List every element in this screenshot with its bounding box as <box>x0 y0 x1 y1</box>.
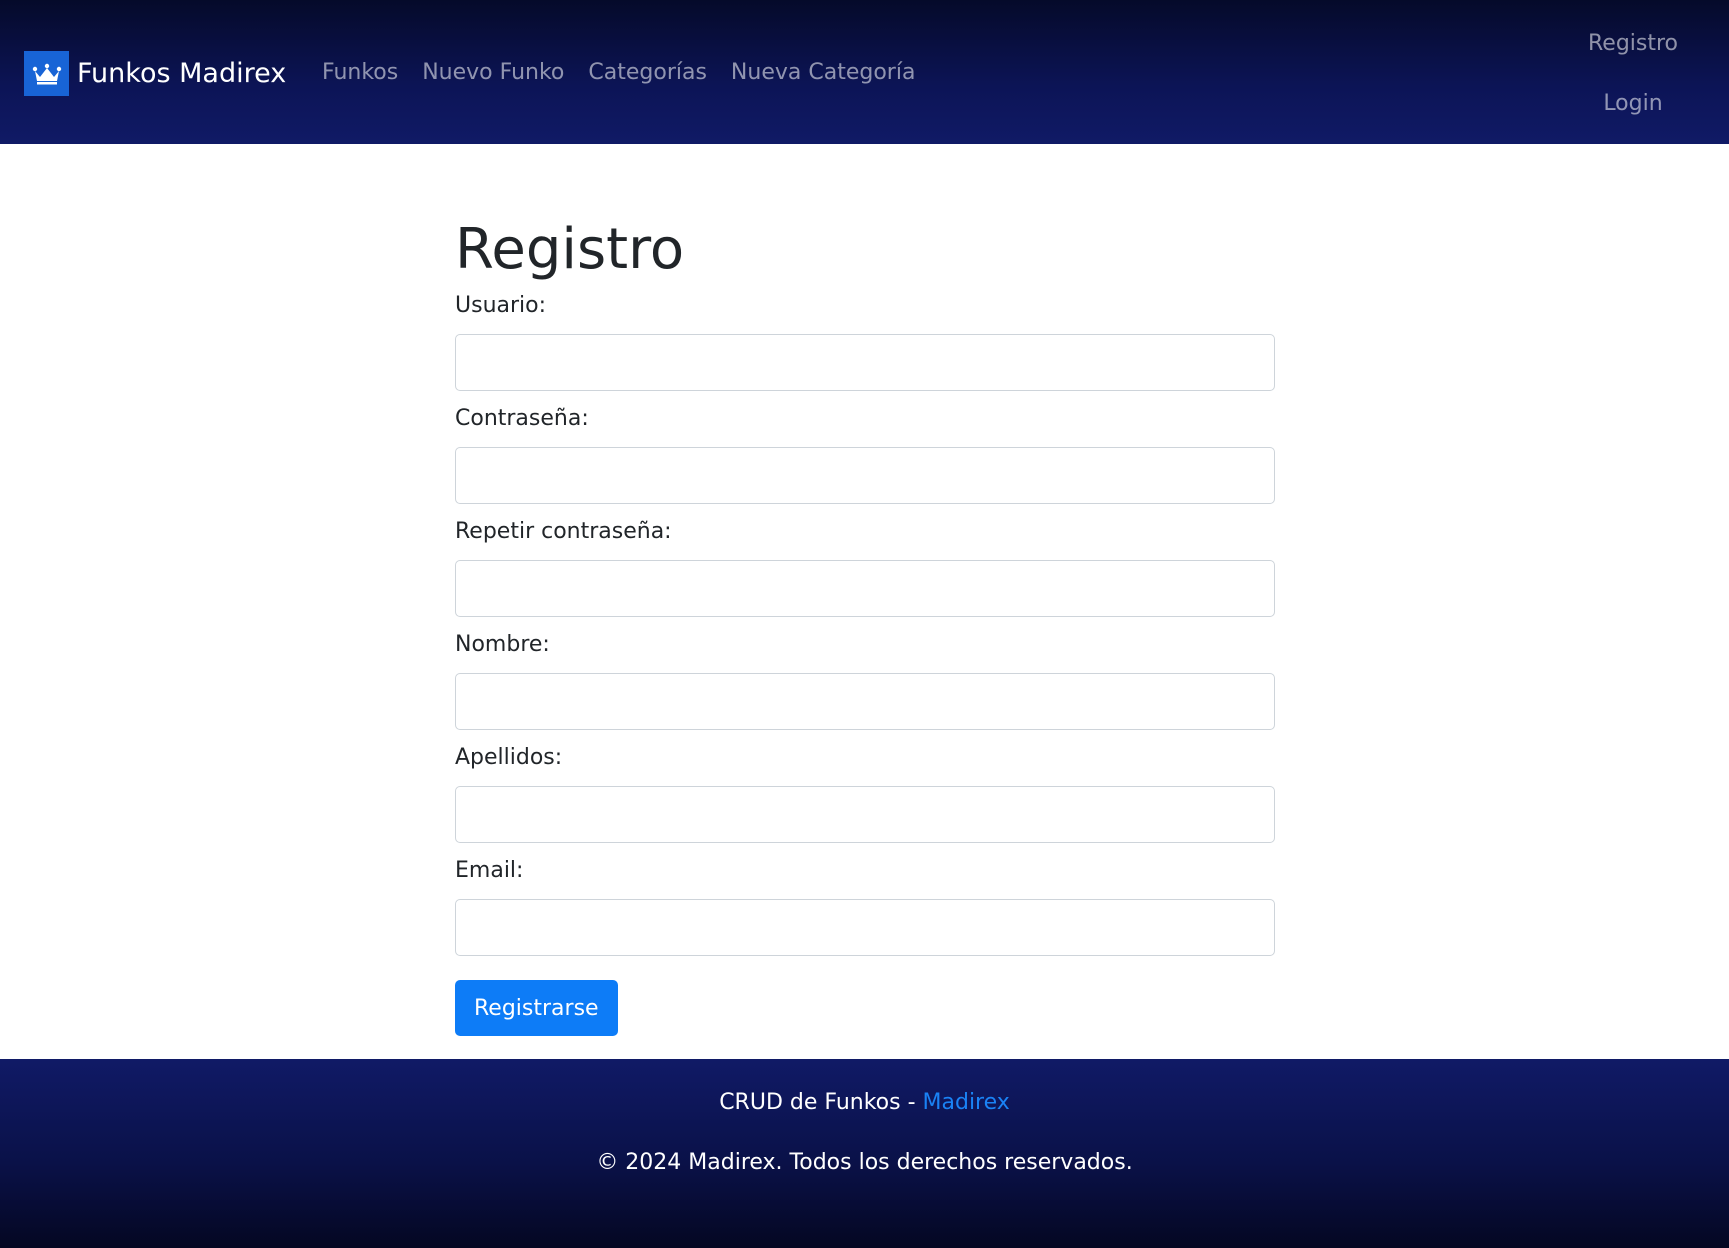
nav-link-categorias[interactable]: Categorías <box>588 57 707 89</box>
registrarse-button[interactable]: Registrarse <box>455 980 618 1036</box>
field-repetir-contrasena: Repetir contraseña: <box>455 516 1275 617</box>
nav-link-nuevo-funko[interactable]: Nuevo Funko <box>422 57 564 89</box>
field-apellidos: Apellidos: <box>455 742 1275 843</box>
nav-link-registro[interactable]: Registro <box>1573 28 1693 88</box>
footer-madirex-link[interactable]: Madirex <box>923 1090 1010 1115</box>
contrasena-label: Contraseña: <box>455 406 589 431</box>
contrasena-input[interactable] <box>455 447 1275 504</box>
email-input[interactable] <box>455 899 1275 956</box>
field-email: Email: <box>455 855 1275 956</box>
footer-credits: CRUD de Funkos - Madirex <box>0 1087 1729 1119</box>
repetir-contrasena-input[interactable] <box>455 560 1275 617</box>
repetir-contrasena-label: Repetir contraseña: <box>455 519 672 544</box>
nav-link-nueva-categoria[interactable]: Nueva Categoría <box>731 57 916 89</box>
crown-icon <box>24 51 69 96</box>
brand-link[interactable]: Funkos Madirex <box>24 51 286 96</box>
nombre-label: Nombre: <box>455 632 550 657</box>
email-label: Email: <box>455 858 524 883</box>
nav-link-login[interactable]: Login <box>1573 88 1693 148</box>
nav-link-funkos[interactable]: Funkos <box>322 57 398 89</box>
page-title: Registro <box>455 217 685 282</box>
apellidos-input[interactable] <box>455 786 1275 843</box>
field-nombre: Nombre: <box>455 629 1275 730</box>
field-contrasena: Contraseña: <box>455 403 1275 504</box>
navbar: Funkos Madirex Funkos Nuevo Funko Catego… <box>0 0 1729 144</box>
footer: CRUD de Funkos - Madirex © 2024 Madirex.… <box>0 1059 1729 1248</box>
apellidos-label: Apellidos: <box>455 745 563 770</box>
usuario-input[interactable] <box>455 334 1275 391</box>
nav-right: Registro Login <box>1573 28 1693 148</box>
footer-copyright: © 2024 Madirex. Todos los derechos reser… <box>596 1150 1133 1175</box>
brand-name: Funkos Madirex <box>77 58 287 89</box>
registration-form: Registro Usuario: Contraseña: Repetir co… <box>455 200 1275 1036</box>
nav-links: Funkos Nuevo Funko Categorías Nueva Cate… <box>322 57 939 89</box>
footer-text: CRUD de Funkos - <box>719 1090 923 1115</box>
field-usuario: Usuario: <box>455 290 1275 391</box>
nombre-input[interactable] <box>455 673 1275 730</box>
usuario-label: Usuario: <box>455 293 547 318</box>
